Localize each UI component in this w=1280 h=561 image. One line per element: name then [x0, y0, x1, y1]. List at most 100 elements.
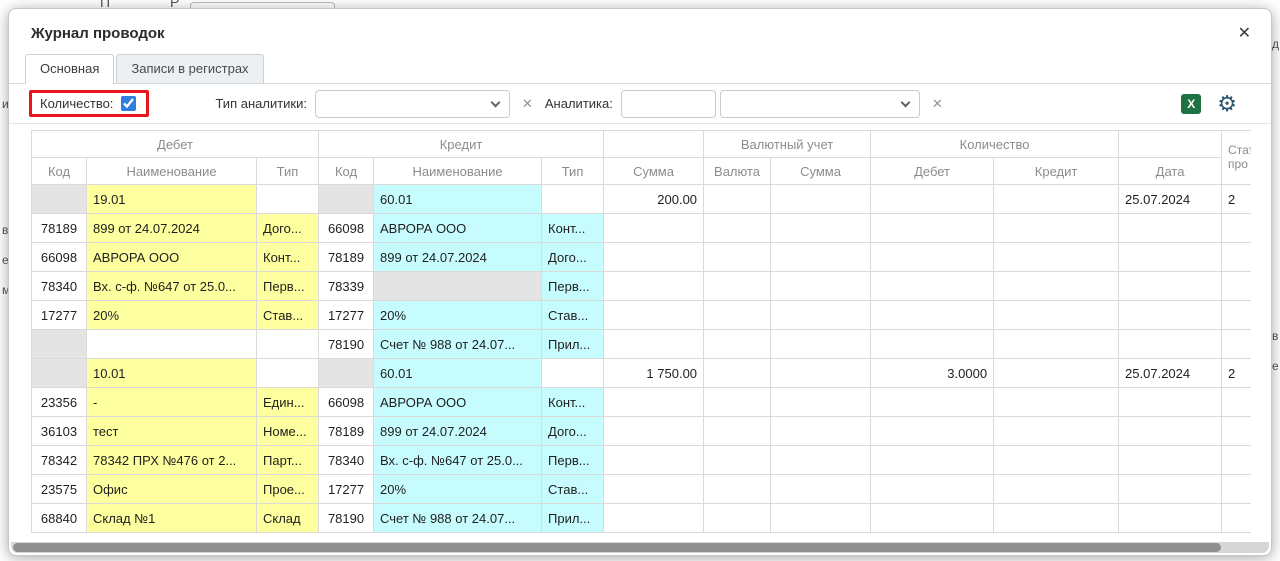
- cell[interactable]: [1222, 446, 1251, 475]
- cell[interactable]: [994, 243, 1119, 272]
- cell[interactable]: [704, 330, 771, 359]
- cell[interactable]: [604, 272, 704, 301]
- cell[interactable]: [704, 446, 771, 475]
- cell[interactable]: [542, 359, 604, 388]
- cell[interactable]: [994, 330, 1119, 359]
- table-row[interactable]: 78190Счет № 988 от 24.07...Прил...: [32, 330, 1252, 359]
- cell[interactable]: Прил...: [542, 330, 604, 359]
- cell[interactable]: 17277: [32, 301, 87, 330]
- cell[interactable]: [604, 417, 704, 446]
- cell[interactable]: [994, 388, 1119, 417]
- cell[interactable]: 78340: [32, 272, 87, 301]
- cell[interactable]: Дого...: [542, 243, 604, 272]
- cell[interactable]: [871, 243, 994, 272]
- cell[interactable]: [994, 272, 1119, 301]
- cell[interactable]: Перв...: [542, 272, 604, 301]
- cell[interactable]: [994, 185, 1119, 214]
- cell[interactable]: [1119, 272, 1222, 301]
- cell[interactable]: АВРОРА ООО: [374, 214, 542, 243]
- cell[interactable]: 19.01: [87, 185, 257, 214]
- cell[interactable]: [1222, 243, 1251, 272]
- cell[interactable]: АВРОРА ООО: [374, 388, 542, 417]
- table-row[interactable]: 66098АВРОРА ОООКонт...78189899 от 24.07.…: [32, 243, 1252, 272]
- cell[interactable]: [994, 475, 1119, 504]
- cell[interactable]: 78190: [319, 504, 374, 533]
- table-row[interactable]: 23356-Един...66098АВРОРА ОООКонт...: [32, 388, 1252, 417]
- cell[interactable]: 17277: [319, 475, 374, 504]
- cell[interactable]: 78342: [32, 446, 87, 475]
- cell[interactable]: Став...: [542, 475, 604, 504]
- cell[interactable]: 899 от 24.07.2024: [374, 417, 542, 446]
- cell[interactable]: Склад №1: [87, 504, 257, 533]
- table-row[interactable]: 10.0160.011 750.003.000025.07.20242: [32, 359, 1252, 388]
- cell[interactable]: Вх. с-ф. №647 от 25.0...: [374, 446, 542, 475]
- cell[interactable]: Став...: [542, 301, 604, 330]
- cell[interactable]: 10.01: [87, 359, 257, 388]
- cell[interactable]: 1 750.00: [604, 359, 704, 388]
- cell[interactable]: [1222, 417, 1251, 446]
- cell[interactable]: [1119, 475, 1222, 504]
- cell[interactable]: [871, 388, 994, 417]
- cell[interactable]: [87, 330, 257, 359]
- cell[interactable]: тест: [87, 417, 257, 446]
- cell[interactable]: [704, 301, 771, 330]
- cell[interactable]: [1222, 330, 1251, 359]
- cell[interactable]: [1119, 214, 1222, 243]
- cell[interactable]: [771, 243, 871, 272]
- analytics-type-select[interactable]: [315, 90, 510, 118]
- cell[interactable]: [1119, 446, 1222, 475]
- cell[interactable]: [1222, 214, 1251, 243]
- cell[interactable]: [771, 417, 871, 446]
- cell[interactable]: [771, 475, 871, 504]
- cell[interactable]: [871, 301, 994, 330]
- cell[interactable]: [871, 185, 994, 214]
- cell[interactable]: 78189: [32, 214, 87, 243]
- table-row[interactable]: 78189899 от 24.07.2024Дого...66098АВРОРА…: [32, 214, 1252, 243]
- cell[interactable]: 68840: [32, 504, 87, 533]
- cell[interactable]: Став...: [257, 301, 319, 330]
- cell[interactable]: 23356: [32, 388, 87, 417]
- cell[interactable]: [704, 185, 771, 214]
- cell[interactable]: [257, 359, 319, 388]
- cell[interactable]: [704, 388, 771, 417]
- cell[interactable]: [1119, 301, 1222, 330]
- table-row[interactable]: 7834278342 ПРХ №476 от 2...Парт...78340В…: [32, 446, 1252, 475]
- cell[interactable]: 20%: [374, 301, 542, 330]
- settings-gear-icon[interactable]: ⚙: [1217, 93, 1237, 115]
- cell[interactable]: Прое...: [257, 475, 319, 504]
- cell[interactable]: [771, 359, 871, 388]
- cell[interactable]: [1119, 504, 1222, 533]
- cell[interactable]: [1119, 243, 1222, 272]
- cell[interactable]: [1222, 272, 1251, 301]
- cell[interactable]: 60.01: [374, 185, 542, 214]
- cell[interactable]: [604, 475, 704, 504]
- cell[interactable]: [771, 388, 871, 417]
- cell[interactable]: [994, 417, 1119, 446]
- cell[interactable]: [871, 272, 994, 301]
- cell[interactable]: 200.00: [604, 185, 704, 214]
- cell[interactable]: Дого...: [542, 417, 604, 446]
- cell[interactable]: 25.07.2024: [1119, 359, 1222, 388]
- cell[interactable]: -: [87, 388, 257, 417]
- cell[interactable]: [994, 214, 1119, 243]
- cell[interactable]: [994, 504, 1119, 533]
- analytics-select[interactable]: [720, 90, 920, 118]
- cell[interactable]: [604, 388, 704, 417]
- table-row[interactable]: 19.0160.01200.0025.07.20242: [32, 185, 1252, 214]
- table-row[interactable]: 78340Вх. с-ф. №647 от 25.0...Перв...7833…: [32, 272, 1252, 301]
- cell[interactable]: [871, 330, 994, 359]
- cell[interactable]: 899 от 24.07.2024: [374, 243, 542, 272]
- cell[interactable]: 2: [1222, 185, 1251, 214]
- cell[interactable]: Дого...: [257, 214, 319, 243]
- cell[interactable]: [1222, 388, 1251, 417]
- tab-registers[interactable]: Записи в регистрах: [116, 54, 263, 83]
- cell[interactable]: [1119, 330, 1222, 359]
- cell[interactable]: [542, 185, 604, 214]
- cell[interactable]: Конт...: [257, 243, 319, 272]
- cell[interactable]: Счет № 988 от 24.07...: [374, 504, 542, 533]
- cell[interactable]: [319, 185, 374, 214]
- close-icon[interactable]: ✕: [1238, 26, 1251, 42]
- cell[interactable]: 78190: [319, 330, 374, 359]
- cell[interactable]: Склад: [257, 504, 319, 533]
- cell[interactable]: [704, 504, 771, 533]
